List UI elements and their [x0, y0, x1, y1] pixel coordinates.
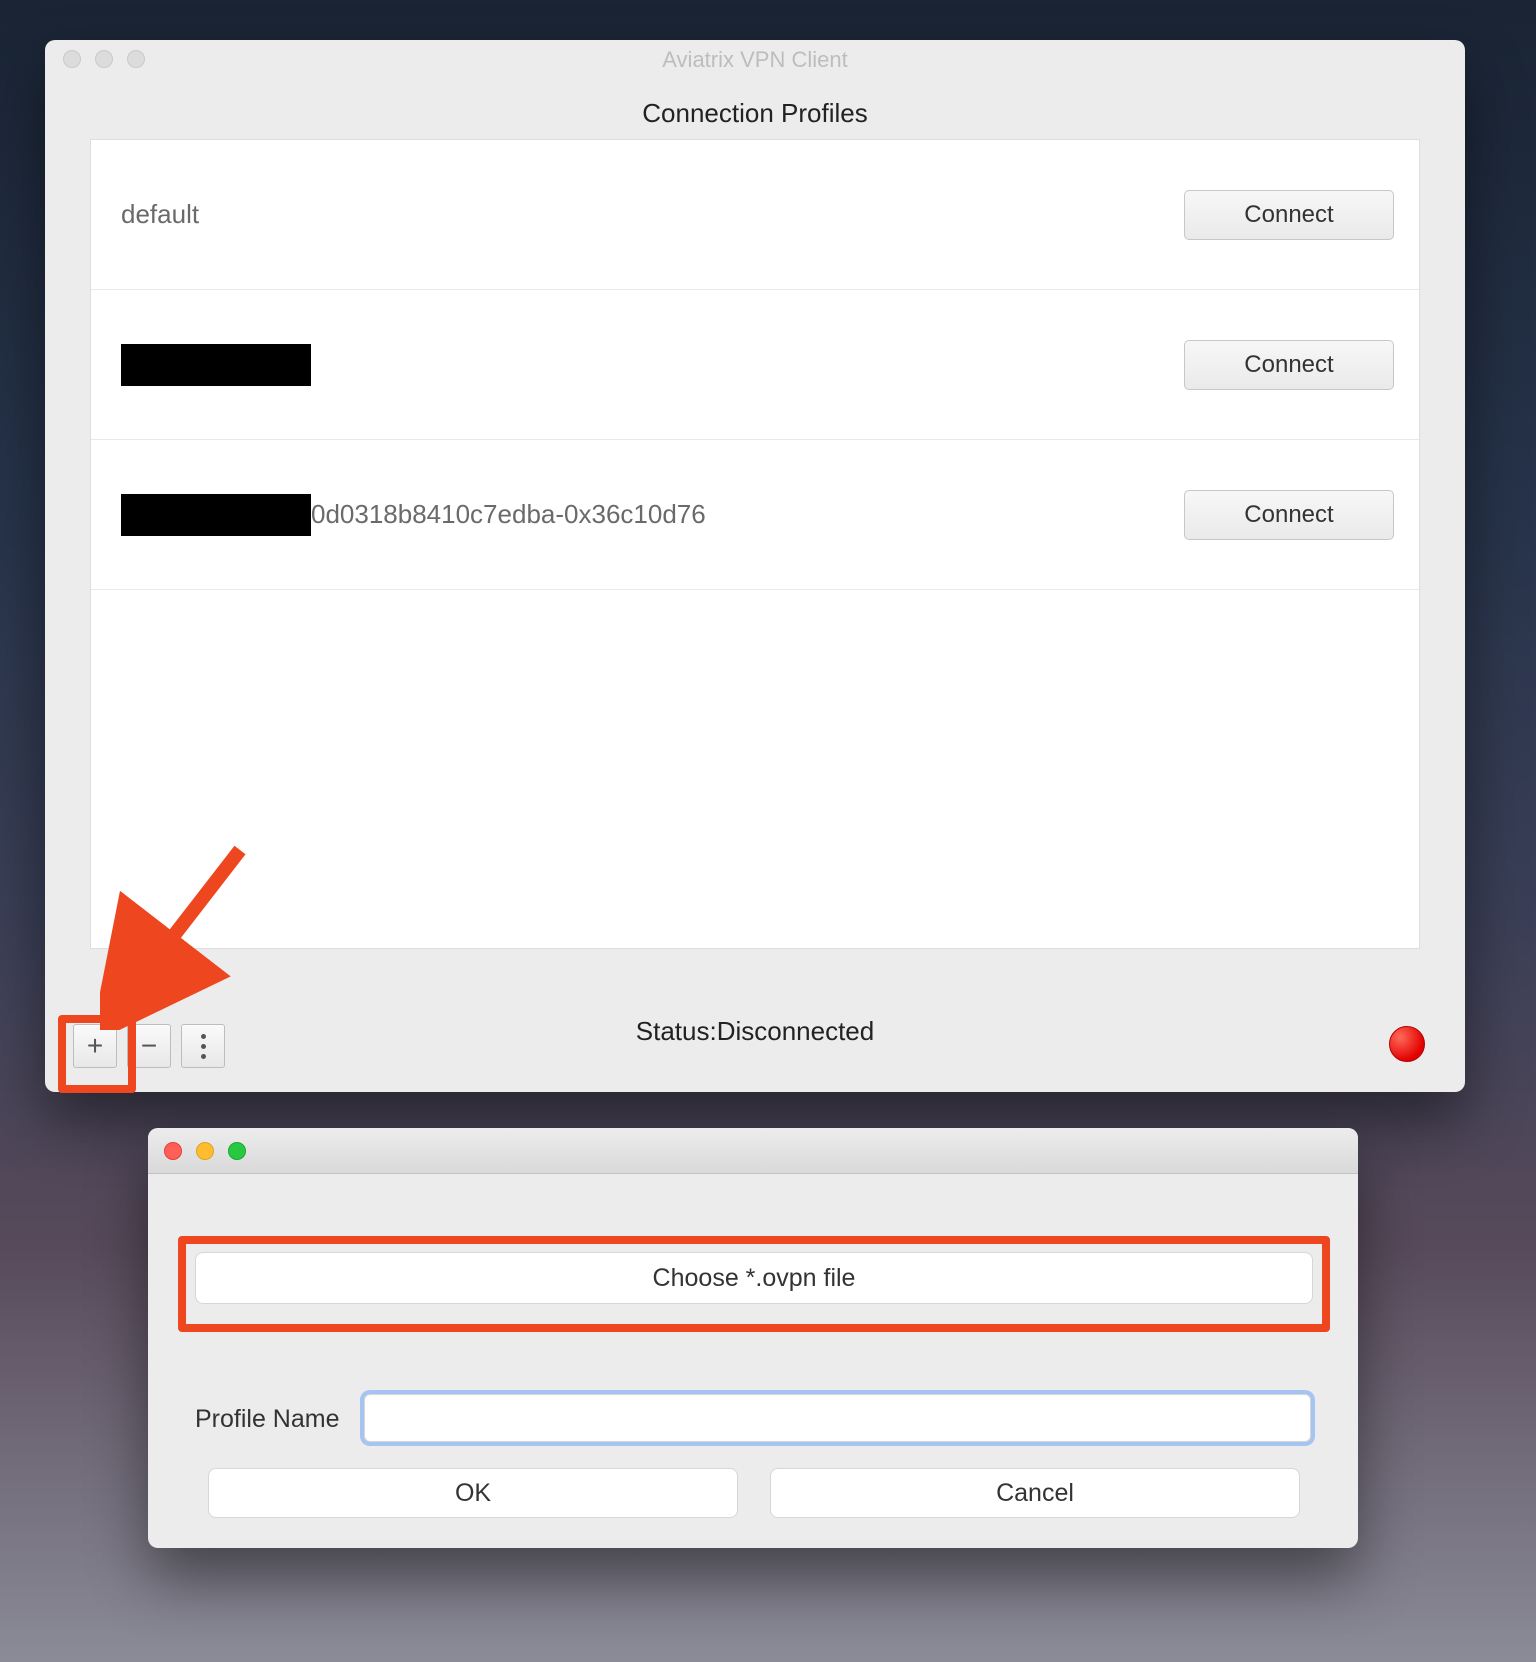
add-profile-button[interactable]: +	[73, 1024, 117, 1068]
profile-name: 0d0318b8410c7edba-0x36c10d76	[121, 494, 706, 536]
bottom-toolbar: + − Status:Disconnected	[45, 1000, 1465, 1092]
profile-name-input[interactable]	[364, 1394, 1311, 1442]
choose-file-button[interactable]: Choose *.ovpn file	[195, 1252, 1313, 1304]
window-close-button[interactable]	[164, 1142, 182, 1160]
window-minimize-button[interactable]	[196, 1142, 214, 1160]
add-profile-dialog: Choose *.ovpn file Profile Name OK Cance…	[148, 1128, 1358, 1548]
window-close-button[interactable]	[63, 50, 81, 68]
traffic-lights	[164, 1142, 246, 1160]
profile-name-text: 0d0318b8410c7edba-0x36c10d76	[311, 499, 706, 530]
connect-button[interactable]: Connect	[1184, 490, 1394, 540]
minus-icon: −	[141, 1030, 157, 1062]
profile-name-label: Profile Name	[195, 1405, 340, 1434]
cancel-button[interactable]: Cancel	[770, 1468, 1300, 1518]
connect-button[interactable]: Connect	[1184, 190, 1394, 240]
profile-row[interactable]: default Connect	[91, 140, 1419, 290]
section-title: Connection Profiles	[45, 80, 1465, 139]
ok-button[interactable]: OK	[208, 1468, 738, 1518]
profile-name	[121, 344, 311, 386]
window-titlebar: Aviatrix VPN Client	[45, 40, 1465, 80]
status-indicator-icon	[1389, 1026, 1425, 1062]
status-text: Status:Disconnected	[45, 1016, 1465, 1047]
status-label: Status:	[636, 1016, 717, 1046]
window-zoom-button[interactable]	[127, 50, 145, 68]
connect-button[interactable]: Connect	[1184, 340, 1394, 390]
profile-row[interactable]: Connect	[91, 290, 1419, 440]
vpn-client-window: Aviatrix VPN Client Connection Profiles …	[45, 40, 1465, 1092]
kebab-icon	[201, 1034, 206, 1059]
profile-row[interactable]: 0d0318b8410c7edba-0x36c10d76 Connect	[91, 440, 1419, 590]
redacted-block	[121, 344, 311, 386]
redacted-block	[121, 494, 311, 536]
dialog-titlebar	[148, 1128, 1358, 1174]
profiles-list: default Connect Connect 0d0318b8410c7edb…	[90, 139, 1420, 949]
profile-name-text: default	[121, 199, 199, 230]
window-zoom-button[interactable]	[228, 1142, 246, 1160]
window-title: Aviatrix VPN Client	[662, 47, 847, 72]
window-minimize-button[interactable]	[95, 50, 113, 68]
profile-name: default	[121, 199, 199, 230]
status-value: Disconnected	[717, 1016, 875, 1046]
traffic-lights	[63, 50, 145, 68]
plus-icon: +	[87, 1030, 103, 1062]
remove-profile-button[interactable]: −	[127, 1024, 171, 1068]
more-options-button[interactable]	[181, 1024, 225, 1068]
